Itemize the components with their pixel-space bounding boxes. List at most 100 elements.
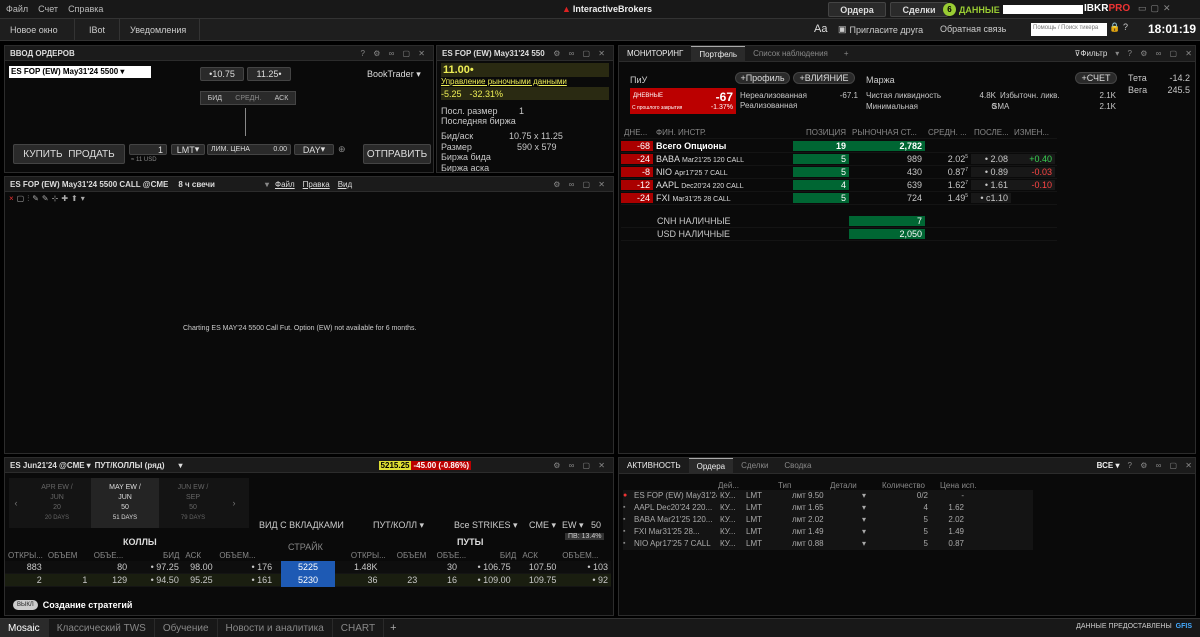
ticker-search-input[interactable]: Помощь / Поиск тикера xyxy=(1031,23,1107,36)
table-row[interactable]: ▪ BABA Mar21'25 120... КУ... LMT лмт 2.02 ▾ 5 2… xyxy=(623,514,1033,526)
menu-help[interactable]: Справка xyxy=(68,4,103,14)
feedback-button[interactable]: Обратная связь xyxy=(940,24,1006,34)
chain-dropdown[interactable]: ▾ xyxy=(87,461,91,470)
price-slider[interactable]: БИД СРЕДН. АСК xyxy=(200,91,296,105)
panel-controls[interactable]: ⚙ ∞ ▢ ✕ xyxy=(553,180,608,189)
add-icon[interactable]: ⊕ xyxy=(338,144,346,155)
last-price: 11.00• xyxy=(441,63,609,77)
table-row[interactable]: 883 80 • 97.25 98.00 • 176 5225 1.48K 30 • 106.7… xyxy=(5,560,611,574)
tif-select[interactable]: DAY ▾ xyxy=(294,144,334,155)
chart-menu-file[interactable]: Файл xyxy=(275,180,295,189)
expiry-tab[interactable]: MAY EW / JUN 50 51 DAYS xyxy=(91,478,159,528)
table-row[interactable]: -12 AAPL Dec20'24 220 CALL 4 639 1.627 • 1.61… xyxy=(621,179,1057,192)
bid-price-button[interactable]: • 10.75 xyxy=(200,67,244,81)
table-row[interactable]: 2 1 129 • 94.50 95.25 • 161 5230 36 23 16 • 109.00… xyxy=(5,573,611,587)
details-dropdown-icon[interactable]: ▾ xyxy=(859,491,869,500)
tab-monitoring[interactable]: МОНИТОРИНГ xyxy=(619,46,691,62)
order-type-select[interactable]: LMT ▾ xyxy=(171,144,205,155)
tab-activity[interactable]: АКТИВНОСТЬ xyxy=(619,458,689,474)
help-icon[interactable]: ? xyxy=(1123,22,1128,32)
impact-button[interactable]: + ВЛИЯНИЕ xyxy=(793,72,855,84)
view-tabs-select[interactable]: ВИД С ВКЛАДКАМИ xyxy=(259,520,344,530)
menu-account[interactable]: Счет xyxy=(38,4,58,14)
tab-watchlist[interactable]: Список наблюдения xyxy=(745,46,836,62)
chart-dropdown-icon[interactable]: ▾ xyxy=(265,180,269,189)
workspace-tab[interactable]: Обучение xyxy=(155,619,218,637)
panel-controls[interactable]: ▾ ? ⚙ ∞ ▢ ✕ xyxy=(1115,49,1195,58)
sell-button[interactable]: ПРОДАТЬ xyxy=(68,149,115,160)
workspace-tab[interactable]: Mosaic xyxy=(0,619,49,637)
all-filter-select[interactable]: ВСЕ ▾ xyxy=(1097,461,1120,470)
tab-summary[interactable]: Сводка xyxy=(776,458,819,474)
invite-friend-button[interactable]: ▣ Пригласите друга xyxy=(838,24,923,35)
add-tab-icon[interactable]: + xyxy=(836,46,857,62)
ask-price-button[interactable]: 11.25 • xyxy=(247,67,291,81)
period-select[interactable]: 8 ч свечи xyxy=(178,180,215,189)
buy-button[interactable]: КУПИТЬ xyxy=(23,149,62,160)
workspace-tab[interactable]: CHART xyxy=(333,619,385,637)
table-row[interactable]: -24 FXI Mar31'25 28 CALL 5 724 1.495 • c1.10 xyxy=(621,192,1057,205)
new-window-button[interactable]: Новое окно xyxy=(0,19,75,41)
market-data-link[interactable]: Управление рыночными данными xyxy=(441,77,609,86)
notifications-button[interactable]: Уведомления xyxy=(120,19,200,41)
profile-button[interactable]: + Профиль xyxy=(735,72,790,84)
table-row-cash[interactable]: CNH НАЛИЧНЫЕ 7 xyxy=(621,215,1057,228)
table-row[interactable]: ▪ NIO Apr17'25 7 CALL КУ... LMT лмт 0.88 ▾ 5 0.… xyxy=(623,538,1033,550)
prev-expiry-icon[interactable]: ‹ xyxy=(9,478,23,528)
workspace-tab[interactable]: Классический TWS xyxy=(49,619,155,637)
strikes-select[interactable]: Все STRIKES ▾ xyxy=(454,520,518,531)
portfolio-panel: МОНИТОРИНГ Портфель Список наблюдения + … xyxy=(618,45,1196,454)
table-row-total[interactable]: -68 Всего Опционы 19 2,782 xyxy=(621,139,1057,153)
buy-sell-button[interactable]: КУПИТЬ ПРОДАТЬ xyxy=(13,144,125,164)
chart-menu-edit[interactable]: Правка xyxy=(303,180,330,189)
next-expiry-icon[interactable]: › xyxy=(227,478,241,528)
chart-menu-view[interactable]: Вид xyxy=(338,180,352,189)
drawing-tools[interactable]: ×▢⫶✎✎⊹✚⬆▾ xyxy=(9,194,88,204)
trading-class-select[interactable]: EW ▾ xyxy=(562,520,584,531)
table-row[interactable]: ●ES FOP (EW) May31'24...КУ...LMTлмт 9.50… xyxy=(623,490,1033,502)
submit-button[interactable]: ОТПРАВИТЬ xyxy=(363,144,431,164)
status-icon: ▪ xyxy=(623,540,626,547)
deals-button[interactable]: Сделки xyxy=(890,2,948,17)
panel-controls[interactable]: ⚙ ∞ ▢ ✕ xyxy=(553,49,608,58)
details-dropdown-icon[interactable]: ▾ xyxy=(859,539,869,548)
table-row[interactable]: -8 NIO Apr17'25 7 CALL 5 430 0.877 • 0.89 -0.0… xyxy=(621,166,1057,179)
tab-portfolio[interactable]: Портфель xyxy=(691,45,746,62)
tab-trades[interactable]: Сделки xyxy=(733,458,776,474)
quantity-input[interactable]: 1 xyxy=(129,144,167,155)
table-row[interactable]: -24 BABA Mar21'25 120 CALL 5 989 2.025 • 2.08… xyxy=(621,153,1057,166)
table-row[interactable]: ▪ AAPL Dec20'24 220... КУ... LMT лмт 1.65 ▾ 4 1… xyxy=(623,502,1033,514)
orders-button[interactable]: Ордера xyxy=(828,2,886,17)
font-size-icon[interactable]: Aa xyxy=(814,23,827,35)
toggle-switch[interactable]: ВЫКЛ xyxy=(13,600,38,610)
tab-orders[interactable]: Ордера xyxy=(688,457,734,474)
contract-selector[interactable]: ES FOP (EW) May31'24 5500 ▾ xyxy=(9,66,151,78)
expiry-tab[interactable]: JUN EW / SEP 50 79 DAYS xyxy=(159,478,227,528)
exchange-select[interactable]: CME ▾ xyxy=(529,520,556,531)
account-button[interactable]: + СЧЕТ xyxy=(1075,72,1117,84)
ibot-button[interactable]: IBot xyxy=(75,19,120,41)
workspace-tab[interactable]: Новости и аналитика xyxy=(218,619,333,637)
table-row-cash[interactable]: USD НАЛИЧНЫЕ 2,050 xyxy=(621,228,1057,241)
strategy-builder-toggle[interactable]: ВЫКЛ Создание стратегий xyxy=(13,600,132,610)
add-workspace-icon[interactable]: + xyxy=(384,622,402,634)
table-row[interactable]: ▪ FXI Mar31'25 28... КУ... LMT лмт 1.49 ▾ 5 1.4… xyxy=(623,526,1033,538)
panel-controls[interactable]: ? ⚙ ∞ ▢ ✕ xyxy=(361,49,428,58)
filter-button[interactable]: Фильтр xyxy=(1080,49,1107,58)
window-controls[interactable]: ▭▢✕ xyxy=(1138,3,1175,14)
lock-icon[interactable]: 🔒 xyxy=(1109,22,1120,33)
expiry-tab[interactable]: APR EW / JUN 20 20 DAYS xyxy=(23,478,91,528)
limit-price-input[interactable]: ЛИМ. ЦЕНА 0.00 xyxy=(207,144,291,155)
panel-controls[interactable]: ? ⚙ ∞ ▢ ✕ xyxy=(1128,461,1195,470)
quote-title: ES FOP (EW) May31'24 550 xyxy=(442,48,545,58)
data-indicator[interactable]: 6 ДАННЫЕ xyxy=(943,3,1083,16)
panel-controls[interactable]: ⚙ ∞ ▢ ✕ xyxy=(553,461,608,470)
chain-mode-dropdown[interactable]: ▾ xyxy=(179,461,183,470)
putcall-select[interactable]: ПУТ/КОЛЛ ▾ xyxy=(373,520,424,531)
menu-file[interactable]: Файл xyxy=(6,4,28,14)
details-dropdown-icon[interactable]: ▾ xyxy=(859,503,869,512)
chain-mode-select[interactable]: ПУТ/КОЛЛЫ (ряд) xyxy=(95,461,165,470)
details-dropdown-icon[interactable]: ▾ xyxy=(859,515,869,524)
details-dropdown-icon[interactable]: ▾ xyxy=(859,527,869,536)
booktrader-button[interactable]: BookTrader ▾ xyxy=(367,69,421,80)
